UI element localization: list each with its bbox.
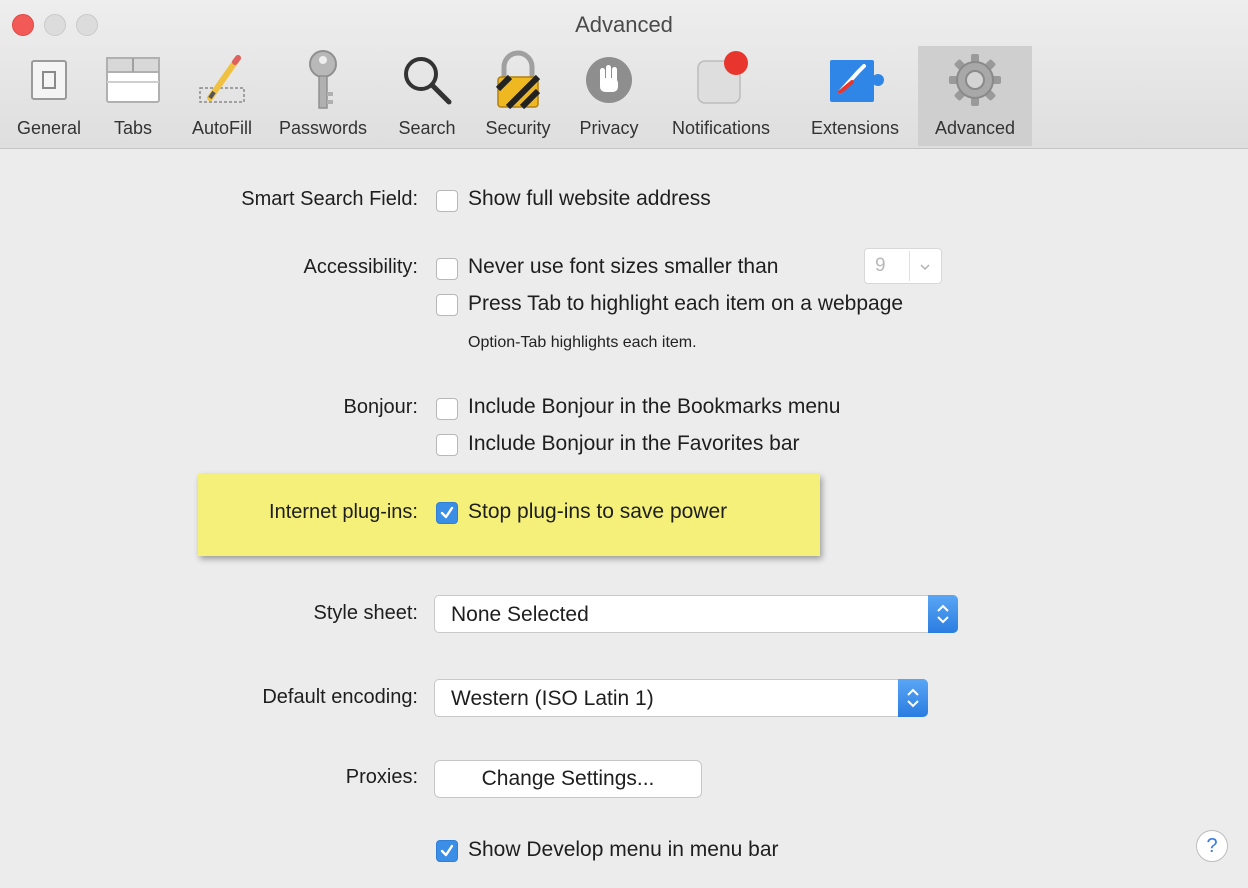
tab-label-privacy: Privacy xyxy=(579,118,639,138)
tab-label-general: General xyxy=(16,118,82,138)
min-font-size-value: 9 xyxy=(875,255,886,276)
develop-menu-label: Show Develop menu in menu bar xyxy=(468,838,779,861)
tab-label-autofill: AutoFill xyxy=(191,118,253,138)
tab-label-security: Security xyxy=(485,118,551,138)
bonjour-bookmarks-checkbox[interactable] xyxy=(436,398,458,420)
bonjour-bookmarks-label: Include Bonjour in the Bookmarks menu xyxy=(468,395,841,418)
tab-label-search: Search xyxy=(398,118,456,138)
show-full-address-checkbox[interactable] xyxy=(436,190,458,212)
tab-security[interactable]: Security xyxy=(474,46,562,146)
window-title: Advanced xyxy=(575,12,673,37)
tab-notifications[interactable]: Notifications xyxy=(656,46,786,146)
min-font-size-checkbox[interactable] xyxy=(436,258,458,280)
checkmark-icon xyxy=(440,506,454,519)
bonjour-label: Bonjour: xyxy=(343,396,419,418)
bonjour-favorites-label: Include Bonjour in the Favorites bar xyxy=(468,432,800,455)
style-sheet-value: None Selected xyxy=(451,603,589,626)
magnifier-icon xyxy=(399,46,455,114)
tab-advanced[interactable]: Advanced xyxy=(918,46,1032,146)
smart-search-label: Smart Search Field: xyxy=(241,188,418,210)
develop-menu-checkbox[interactable] xyxy=(436,840,458,862)
updown-arrows-icon xyxy=(928,595,958,633)
tabs-icon xyxy=(105,46,161,114)
encoding-select[interactable]: Western (ISO Latin 1) xyxy=(434,679,928,717)
tab-label-tabs: Tabs xyxy=(113,118,153,138)
tab-general[interactable]: General xyxy=(4,46,94,146)
puzzle-icon xyxy=(824,46,886,114)
chevron-down-icon xyxy=(920,264,930,271)
change-settings-button[interactable]: Change Settings... xyxy=(434,760,702,798)
tab-highlight-checkbox[interactable] xyxy=(436,294,458,316)
tab-label-passwords: Passwords xyxy=(278,118,368,138)
style-sheet-label: Style sheet: xyxy=(313,602,418,624)
tab-label-notifications: Notifications xyxy=(671,118,771,138)
tab-label-advanced: Advanced xyxy=(934,118,1016,138)
tab-tabs[interactable]: Tabs xyxy=(98,46,168,146)
tab-privacy[interactable]: Privacy xyxy=(568,46,650,146)
key-icon xyxy=(301,46,345,114)
min-font-size-label: Never use font sizes smaller than xyxy=(468,255,779,278)
pencil-icon xyxy=(192,46,252,114)
checkmark-icon xyxy=(440,844,454,857)
encoding-value: Western (ISO Latin 1) xyxy=(451,687,654,710)
tab-extensions[interactable]: Extensions xyxy=(796,46,914,146)
toolbar: Advanced General Tabs AutoFill Passwords… xyxy=(0,0,1248,149)
encoding-label: Default encoding: xyxy=(262,686,418,708)
plugins-label: Internet plug-ins: xyxy=(269,501,418,523)
show-full-address-label: Show full website address xyxy=(468,187,711,210)
select-divider xyxy=(909,251,910,281)
hand-icon xyxy=(583,46,635,114)
bonjour-favorites-checkbox[interactable] xyxy=(436,434,458,456)
proxies-label: Proxies: xyxy=(345,766,418,788)
tab-highlight-note: Option-Tab highlights each item. xyxy=(468,334,697,351)
tab-label-extensions: Extensions xyxy=(810,118,900,138)
gear-icon xyxy=(945,46,1005,114)
tab-autofill[interactable]: AutoFill xyxy=(176,46,268,146)
tab-search[interactable]: Search xyxy=(388,46,466,146)
style-sheet-select[interactable]: None Selected xyxy=(434,595,958,633)
tab-highlight-label: Press Tab to highlight each item on a we… xyxy=(468,292,904,315)
updown-arrows-icon xyxy=(898,679,928,717)
accessibility-label: Accessibility: xyxy=(303,256,418,278)
lock-icon xyxy=(492,46,544,114)
stop-plugins-checkbox[interactable] xyxy=(436,502,458,524)
notification-icon xyxy=(690,46,752,114)
general-icon xyxy=(29,46,69,114)
stop-plugins-label: Stop plug-ins to save power xyxy=(468,500,728,523)
min-font-size-select[interactable]: 9 xyxy=(864,248,942,284)
help-button[interactable]: ? xyxy=(1196,830,1228,862)
tab-passwords[interactable]: Passwords xyxy=(268,46,378,146)
